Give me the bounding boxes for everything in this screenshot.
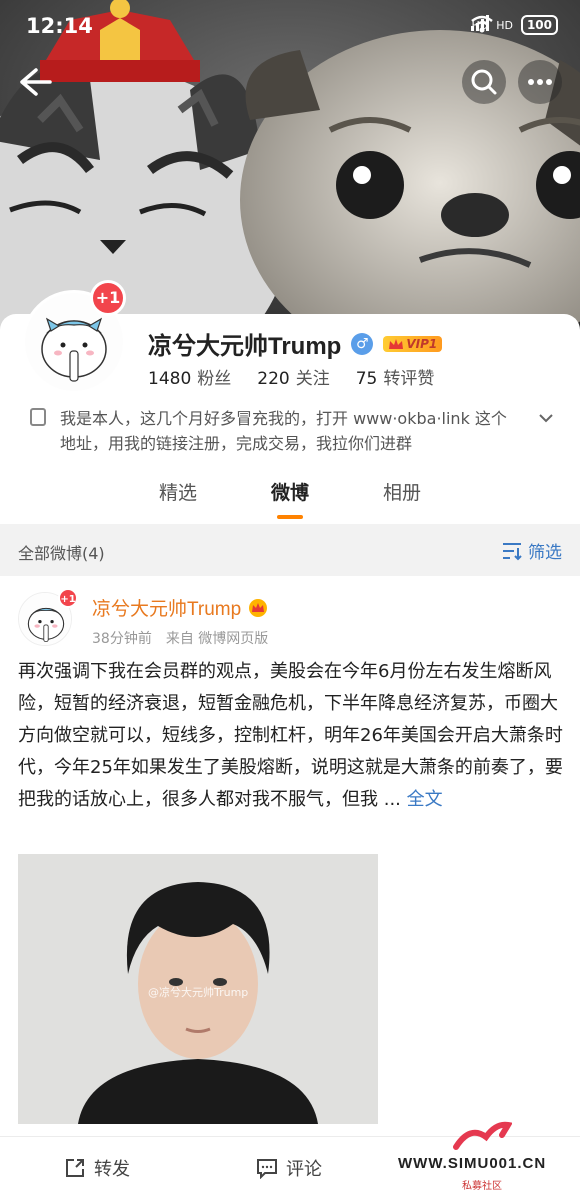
male-icon: ♂ <box>351 332 374 355</box>
tab-album[interactable]: 相册 <box>383 478 421 519</box>
read-more-link[interactable]: 全文 <box>407 789 443 810</box>
arrow-left-icon <box>20 68 52 96</box>
comment-icon <box>257 1159 277 1179</box>
stat-value: 75 <box>355 369 378 389</box>
document-icon <box>30 408 46 426</box>
vip-badge[interactable]: VIP1 <box>383 335 443 352</box>
filter-bar: 全部微博(4) 筛选 <box>0 524 580 576</box>
nickname-row: 凉兮大元帅Trump ♂ VIP1 <box>148 326 443 361</box>
post-image[interactable]: @凉兮大元帅Trump <box>18 854 378 1124</box>
profile-page: 12:14 HD HD 100 +1 凉兮大元帅Trump ♂ VIP1 148… <box>0 0 580 1194</box>
stat-label: 转评赞 <box>383 369 435 389</box>
bio-text: 我是本人，这几个月好多冒充我的，打开 www·okba·link 这个地址，用我… <box>60 409 507 453</box>
post-source: 来自 微博网页版 <box>165 631 269 647</box>
cover-image: 12:14 HD HD 100 <box>0 0 580 330</box>
stat-interactions[interactable]: 75 转评赞 <box>356 364 435 389</box>
network-label: HD <box>496 18 513 32</box>
comment-label: 评论 <box>286 1159 322 1180</box>
filter-label: 筛选 <box>528 543 562 563</box>
profile-stats: 1480 粉丝 220 关注 75 转评赞 <box>148 364 434 389</box>
post-text[interactable]: 再次强调下我在会员群的观点，美股会在今年6月份左右发生熔断风险，短暂的经济衰退，… <box>18 656 564 816</box>
post-body: 再次强调下我在会员群的观点，美股会在今年6月份左右发生熔断风险，短暂的经济衰退，… <box>18 661 563 810</box>
chevron-down-icon[interactable] <box>538 410 554 426</box>
post-avatar-badge: +1 <box>58 588 78 608</box>
post-count-label: 全部微博(4) <box>18 544 105 563</box>
post-action-bar: 转发 评论 WWW.SIMU001.CN 私募社区 <box>0 1121 580 1194</box>
crown-icon <box>389 338 404 349</box>
stat-value: 220 <box>257 369 290 389</box>
site-watermark: WWW.SIMU001.CN 私募社区 <box>398 1121 574 1194</box>
status-time: 12:14 <box>26 14 93 38</box>
repost-button[interactable]: 转发 <box>64 1155 130 1181</box>
site-subtitle: 私募社区 <box>462 1181 502 1192</box>
filter-button[interactable]: 筛选 <box>502 538 562 563</box>
bio[interactable]: 我是本人，这几个月好多冒充我的，打开 www·okba·link 这个地址，用我… <box>30 406 560 456</box>
crown-icon <box>249 598 268 617</box>
repost-label: 转发 <box>94 1159 130 1180</box>
wifi-icon <box>471 15 494 33</box>
tab-weibo[interactable]: 微博 <box>271 478 309 519</box>
more-dots-icon <box>528 79 552 85</box>
stat-label: 粉丝 <box>197 369 232 389</box>
post-time: 38分钟前 <box>92 631 152 647</box>
battery-icon: 100 <box>520 15 558 35</box>
notification-badge: +1 <box>90 280 126 316</box>
stat-label: 关注 <box>295 369 330 389</box>
site-url: WWW.SIMU001.CN <box>398 1155 547 1172</box>
tab-featured[interactable]: 精选 <box>159 478 197 519</box>
stat-following[interactable]: 220 关注 <box>257 364 329 389</box>
arrow-logo-icon <box>453 1121 512 1150</box>
stat-value: 1480 <box>148 369 192 389</box>
share-icon <box>66 1159 84 1177</box>
post-author-row: 凉兮大元帅Trump <box>92 594 269 621</box>
status-icons: HD HD 100 <box>471 15 558 35</box>
comment-button[interactable]: 评论 <box>256 1155 322 1181</box>
post-author[interactable]: 凉兮大元帅Trump <box>92 594 241 621</box>
search-button[interactable] <box>462 60 506 104</box>
nickname: 凉兮大元帅Trump <box>148 333 342 360</box>
back-button[interactable] <box>14 62 54 102</box>
status-bar: 12:14 HD HD 100 <box>0 0 580 52</box>
image-watermark: @凉兮大元帅Trump <box>148 986 249 999</box>
stat-followers[interactable]: 1480 粉丝 <box>148 364 231 389</box>
more-button[interactable] <box>518 60 562 104</box>
vip-label: VIP1 <box>406 336 438 351</box>
profile-card: +1 凉兮大元帅Trump ♂ VIP1 1480 粉丝 220 关注 75 转评赞 … <box>0 280 580 524</box>
weibo-post: +1 凉兮大元帅Trump 38分钟前 来自 微博网页版 再次强调下我在会员群的观… <box>0 576 580 1136</box>
filter-sort-icon <box>503 542 522 560</box>
search-icon <box>471 69 497 95</box>
profile-tabs: 精选 微博 相册 <box>0 478 580 519</box>
post-meta: 38分钟前 来自 微博网页版 <box>92 628 268 648</box>
